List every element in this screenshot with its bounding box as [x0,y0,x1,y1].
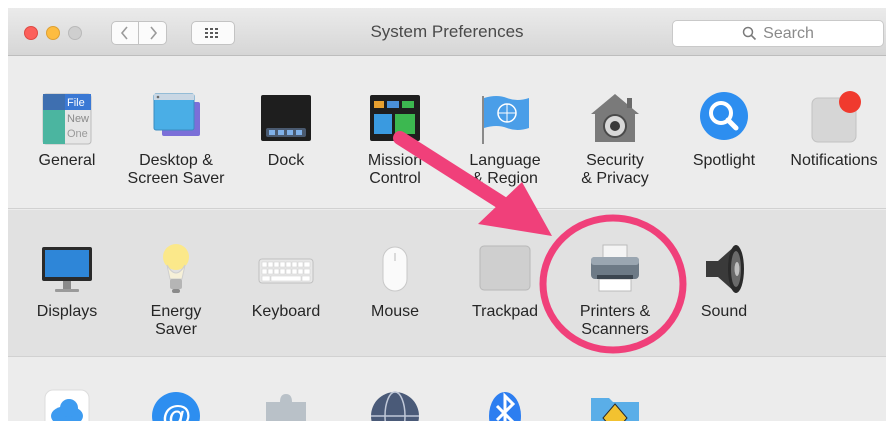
sharing-folder-icon [587,386,643,421]
title-bar: System Preferences Search [8,8,886,56]
pref-network[interactable] [340,386,450,421]
pref-printers-scanners[interactable]: Printers & Scanners [560,241,670,339]
pref-label: Printers & Scanners [579,303,651,338]
mouse-icon [367,241,423,297]
pref-label: Mission Control [367,152,423,187]
puzzle-icon [258,386,314,421]
pref-language-region[interactable]: Language & Region [450,90,560,188]
pref-label: Keyboard [251,303,321,320]
pref-bluetooth[interactable] [450,386,560,421]
globe-icon [367,386,423,421]
bluetooth-icon [477,386,533,421]
preferences-row-personal: File New One General Desktop & Screen Sa… [8,57,886,209]
svg-text:New: New [67,113,89,125]
displays-icon [39,241,95,297]
pref-trackpad[interactable]: Trackpad [450,241,560,321]
search-field[interactable]: Search [672,20,884,47]
pref-security-privacy[interactable]: Security & Privacy [560,90,670,188]
general-icon: File New One [39,90,95,146]
pref-spotlight[interactable]: Spotlight [669,90,779,170]
pref-label: General [38,152,96,169]
sound-icon [696,241,752,297]
pref-icloud[interactable] [12,386,122,421]
pref-label: Desktop & Screen Saver [127,152,225,187]
keyboard-icon [258,241,314,297]
pref-label: Mouse [370,303,420,320]
pref-label: Spotlight [692,152,756,169]
pref-mouse[interactable]: Mouse [340,241,450,321]
pref-label: Security & Privacy [581,152,649,187]
pref-mission-control[interactable]: Mission Control [340,90,450,188]
svg-text:@: @ [162,400,191,421]
preferences-row-hardware: Displays Energy Saver Keyboard Mouse Tra… [8,210,886,357]
search-icon [742,26,757,41]
pref-notifications[interactable]: Notifications [779,90,886,170]
svg-text:File: File [67,97,85,109]
icloud-icon [39,386,95,421]
search-placeholder: Search [763,24,814,42]
at-sign-icon: @ [148,386,204,421]
pref-dock[interactable]: Dock [231,90,341,170]
notifications-icon [806,90,862,146]
pref-label: Dock [267,152,305,169]
pref-label: Notifications [790,152,878,169]
pref-sound[interactable]: Sound [669,241,779,321]
pref-label: Sound [700,303,748,320]
spotlight-icon [696,90,752,146]
svg-text:One: One [67,128,88,140]
security-icon [587,90,643,146]
pref-label: Displays [36,303,98,320]
language-icon [477,90,533,146]
trackpad-icon [477,241,533,297]
pref-desktop-screen-saver[interactable]: Desktop & Screen Saver [121,90,231,188]
pref-label: Language & Region [469,152,541,187]
system-preferences-window: System Preferences Search File New One G… [8,8,886,421]
dock-icon [258,90,314,146]
printer-icon [587,241,643,297]
mission-control-icon [367,90,423,146]
desktop-icon [148,90,204,146]
pref-general[interactable]: File New One General [12,90,122,170]
pref-energy-saver[interactable]: Energy Saver [121,241,231,339]
pref-extensions[interactable] [231,386,341,421]
energy-saver-icon [148,241,204,297]
pref-keyboard[interactable]: Keyboard [231,241,341,321]
pref-sharing[interactable] [560,386,670,421]
pref-internet-accounts[interactable]: @ [121,386,231,421]
pref-label: Energy Saver [150,303,202,338]
preferences-row-internet: @ [8,358,886,421]
pref-displays[interactable]: Displays [12,241,122,321]
pref-label: Trackpad [471,303,539,320]
